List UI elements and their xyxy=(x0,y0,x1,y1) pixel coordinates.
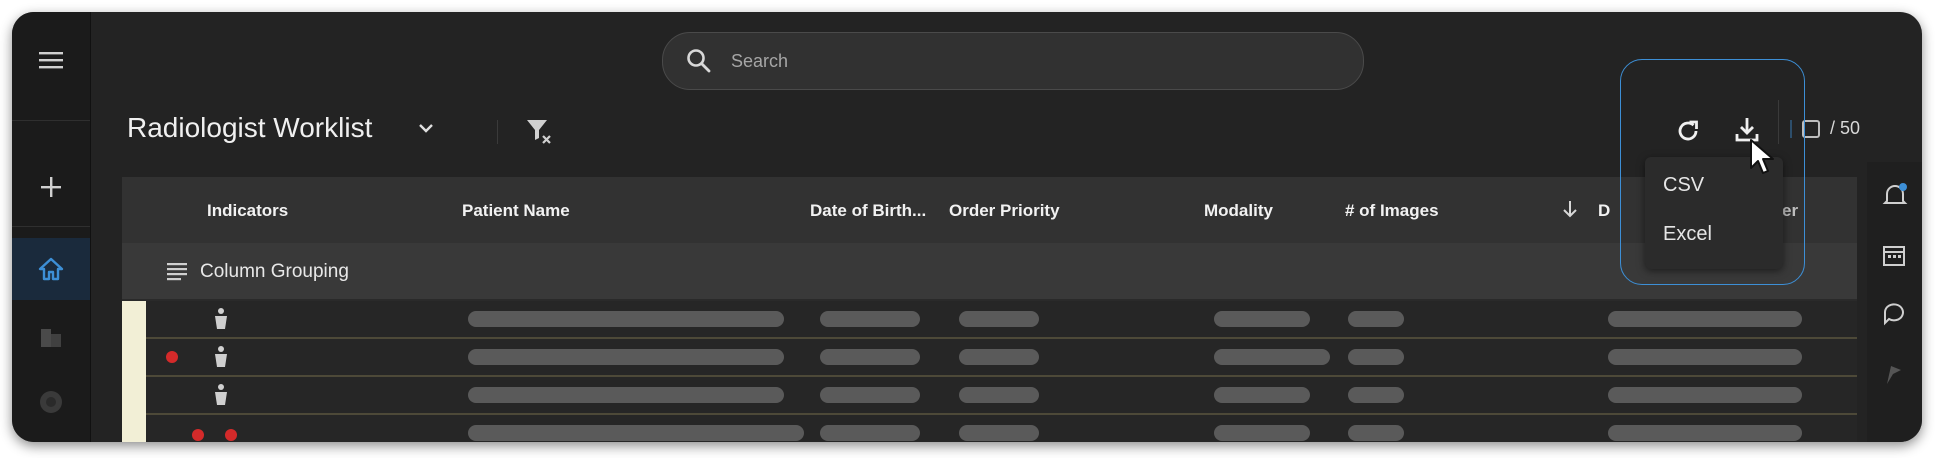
column-header-patient-name[interactable]: Patient Name xyxy=(462,201,570,221)
column-header-partial-d[interactable]: D xyxy=(1598,201,1610,221)
table-header: Indicators Patient Name Date of Birth...… xyxy=(122,177,1879,243)
table-row[interactable] xyxy=(122,339,1857,377)
refresh-icon xyxy=(1678,120,1698,141)
plus-icon[interactable] xyxy=(12,167,90,207)
chat-icon[interactable] xyxy=(1881,300,1907,331)
patient-figure-icon xyxy=(215,384,227,405)
patient-figure-icon xyxy=(215,308,227,329)
column-grouping-bar[interactable]: Column Grouping xyxy=(122,243,1857,299)
building-icon[interactable] xyxy=(12,317,90,357)
list-lines-icon xyxy=(167,263,187,281)
alert-dot xyxy=(166,351,178,363)
refresh-button[interactable] xyxy=(1674,117,1702,150)
search-bar[interactable] xyxy=(662,32,1364,90)
column-header-indicators[interactable]: Indicators xyxy=(207,201,288,221)
worklist-table: Indicators Patient Name Date of Birth...… xyxy=(122,177,1879,442)
row-highlight-strip xyxy=(122,301,146,442)
alert-dot xyxy=(192,429,204,441)
alert-dot xyxy=(225,429,237,441)
chevron-down-icon[interactable] xyxy=(417,120,435,141)
column-grouping-label: Column Grouping xyxy=(200,261,349,282)
shield-icon[interactable] xyxy=(12,382,90,422)
table-row[interactable] xyxy=(122,377,1857,415)
export-excel-option[interactable]: Excel xyxy=(1663,223,1712,246)
toolbar-divider xyxy=(497,120,498,144)
page-title: Radiologist Worklist xyxy=(127,112,373,143)
right-utility-rail xyxy=(1867,162,1922,442)
filter-clear-icon[interactable] xyxy=(524,116,554,151)
column-header-order-priority[interactable]: Order Priority xyxy=(949,201,1060,221)
search-icon xyxy=(687,49,711,73)
bell-icon[interactable] xyxy=(1881,182,1909,215)
patient-figure-icon xyxy=(215,346,227,367)
column-header-number-of-images[interactable]: # of Images xyxy=(1345,201,1439,221)
flag-icon[interactable] xyxy=(1881,362,1907,393)
column-header-date-of-birth[interactable]: Date of Birth... xyxy=(810,201,926,221)
table-row[interactable] xyxy=(122,301,1857,339)
app-window: Radiologist Worklist Indicators Patient … xyxy=(12,12,1922,442)
calendar-icon[interactable] xyxy=(1881,242,1907,273)
page-total: / 50 xyxy=(1830,118,1861,138)
search-input[interactable] xyxy=(729,49,1333,73)
home-icon[interactable] xyxy=(12,238,90,300)
sort-arrow-down-icon[interactable] xyxy=(1562,199,1578,224)
left-navigation-rail xyxy=(12,12,91,442)
mouse-cursor-icon xyxy=(1749,138,1779,183)
export-csv-option[interactable]: CSV xyxy=(1663,174,1704,197)
column-header-modality[interactable]: Modality xyxy=(1204,201,1273,221)
table-row[interactable] xyxy=(122,415,1857,442)
menu-icon[interactable] xyxy=(12,40,90,80)
